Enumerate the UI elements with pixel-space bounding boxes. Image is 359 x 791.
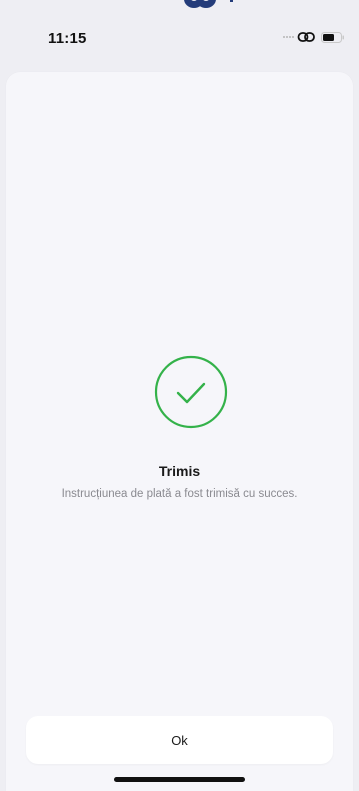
ok-button[interactable]: Ok [26,716,333,764]
result-message: Instrucțiunea de plată a fost trimisă cu… [61,488,298,500]
status-time: 11:15 [48,30,87,47]
link-icon [297,32,315,42]
status-bar: 11:15 [0,0,359,62]
checkmark-circle-icon [154,355,228,429]
signal-dots-icon [283,36,297,39]
battery-icon [321,32,344,43]
screen: 11:15 Trimis Instrucțiunea de plată a fo… [0,0,359,791]
result-title: Trimis [158,463,201,479]
home-indicator [114,777,245,782]
result-sheet [6,72,353,791]
